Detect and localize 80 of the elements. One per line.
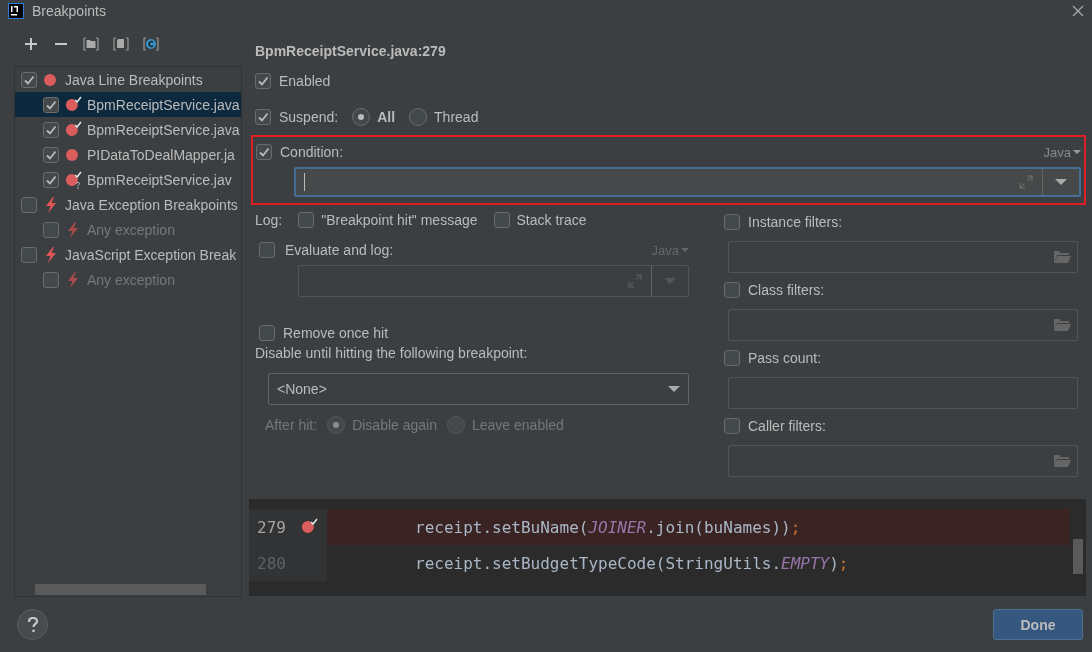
expand-icon: [627, 273, 643, 289]
checkbox-label: Class filters:: [748, 282, 825, 298]
checkbox[interactable]: [724, 418, 740, 434]
tree-item[interactable]: BpmReceiptService.java: [15, 117, 241, 142]
expression-field[interactable]: [298, 265, 689, 297]
verified-breakpoint-icon: [64, 120, 82, 139]
tree-item[interactable]: BpmReceiptService.jav: [15, 167, 241, 192]
app-logo-icon: [8, 3, 24, 19]
tree-item[interactable]: Java Exception Breakpoints: [15, 192, 241, 217]
verified-breakpoint-icon: [299, 518, 318, 536]
breakpoint-dropdown[interactable]: <None>: [268, 373, 689, 405]
checkbox-label: Condition:: [280, 144, 344, 160]
close-icon[interactable]: [1072, 5, 1084, 17]
checkbox-label: Enabled: [279, 73, 331, 89]
verified-breakpoint-icon: [64, 95, 82, 114]
checkbox[interactable]: [298, 212, 315, 228]
after-hit-label: After hit:: [265, 417, 318, 433]
checkbox[interactable]: [724, 350, 740, 366]
checkbox[interactable]: [255, 73, 271, 89]
caret-icon: [1073, 149, 1081, 155]
checkbox-label: Caller filters:: [748, 418, 826, 434]
checkbox-label: Instance filters:: [748, 214, 843, 230]
checkbox[interactable]: [256, 144, 272, 160]
add-icon[interactable]: [22, 35, 40, 53]
log-label: Log:: [255, 212, 283, 228]
radio-label: Disable again: [352, 417, 437, 433]
done-button[interactable]: Done: [993, 609, 1083, 640]
window-title: Breakpoints: [32, 3, 107, 19]
conditional-breakpoint-icon: [64, 170, 82, 189]
file-icon[interactable]: [112, 35, 130, 53]
checkbox[interactable]: [43, 171, 59, 188]
checkbox[interactable]: [724, 282, 740, 298]
scrollbar-thumb[interactable]: [1073, 539, 1083, 574]
filter-field[interactable]: [728, 309, 1078, 341]
checkbox-label: Stack trace: [516, 212, 587, 228]
checkbox-label: Suspend:: [279, 109, 339, 125]
checkbox[interactable]: [493, 212, 510, 228]
code-line: receipt.setBudgetTypeCode(StringUtils.EMPTY);: [414, 552, 850, 575]
line-number: 279: [257, 517, 286, 537]
radio-label: Thread: [434, 109, 479, 125]
checkbox-label: Remove once hit: [283, 325, 389, 341]
tree-item[interactable]: Java Line Breakpoints: [15, 67, 241, 92]
checkbox[interactable]: [21, 246, 37, 263]
expand-icon: [1018, 174, 1034, 190]
checkbox-label: Evaluate and log:: [285, 242, 394, 258]
radio-label: All: [377, 109, 396, 125]
tree-item[interactable]: JavaScript Exception Break: [15, 242, 241, 267]
checkbox[interactable]: [259, 325, 275, 341]
caret-icon: [1055, 178, 1067, 186]
help-button[interactable]: [17, 609, 48, 640]
checkbox-label: Pass count:: [748, 350, 822, 366]
tree-item[interactable]: PIDataToDealMapper.ja: [15, 142, 241, 167]
folder-icon[interactable]: [82, 35, 100, 53]
checkbox[interactable]: [255, 109, 271, 125]
caret-icon: [664, 277, 676, 285]
caret-icon: [668, 385, 680, 393]
radio-button[interactable]: [352, 108, 371, 126]
text-cursor: [304, 173, 305, 191]
checkbox[interactable]: [21, 71, 37, 88]
expression-field[interactable]: [294, 167, 1081, 197]
filter-field[interactable]: [728, 445, 1078, 477]
checkbox[interactable]: [43, 96, 59, 113]
checkbox[interactable]: [259, 242, 275, 258]
scrollbar-thumb[interactable]: [35, 584, 206, 595]
checkbox-label: "Breakpoint hit" message: [321, 212, 478, 228]
class-icon[interactable]: [142, 35, 160, 53]
filter-field[interactable]: [728, 241, 1078, 273]
section-label: Disable until hitting the following breakpoint:: [255, 344, 529, 363]
radio-label: Leave enabled: [472, 417, 564, 433]
checkbox[interactable]: [43, 146, 59, 163]
language-dropdown[interactable]: Java: [1043, 144, 1081, 160]
caret-icon: [681, 247, 689, 253]
tree-item[interactable]: BpmReceiptService.java: [15, 92, 241, 117]
checkbox[interactable]: [43, 121, 59, 138]
radio-button[interactable]: [409, 108, 428, 126]
checkbox[interactable]: [21, 196, 37, 213]
checkbox[interactable]: [724, 214, 740, 230]
filter-field[interactable]: [728, 377, 1078, 409]
breakpoint-heading: BpmReceiptService.java:279: [255, 43, 447, 61]
help-icon: [26, 616, 39, 633]
